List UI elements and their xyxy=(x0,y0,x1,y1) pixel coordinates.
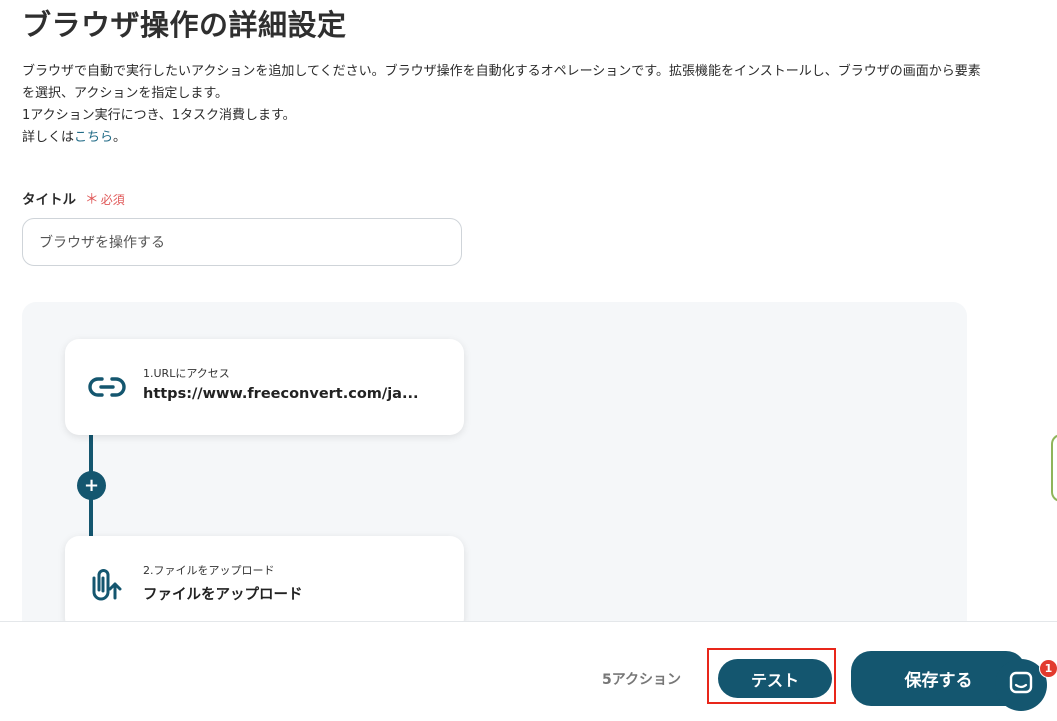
required-star: ＊ xyxy=(84,192,99,208)
title-input[interactable] xyxy=(22,218,462,266)
description: ブラウザで自動で実行したいアクションを追加してください。ブラウザ操作を自動化する… xyxy=(22,61,982,149)
details-link[interactable]: こちら xyxy=(74,130,113,145)
description-line-3: 詳しくはこちら。 xyxy=(22,127,982,149)
chat-notification-badge: 1 xyxy=(1039,659,1057,678)
description-line-2: 1アクション実行につき、1タスク消費します。 xyxy=(22,108,296,123)
step-1-value: https://www.freeconvert.com/ja... xyxy=(143,386,419,402)
step-2-value: ファイルをアップロード xyxy=(143,587,303,603)
step-2-type: 2.ファイルをアップロード xyxy=(143,564,275,577)
title-label-text: タイトル xyxy=(22,192,76,208)
description-suffix: 。 xyxy=(113,130,127,145)
chat-icon xyxy=(1008,670,1034,700)
flow-step-1[interactable]: 1.URLにアクセス https://www.freeconvert.com/j… xyxy=(65,339,464,435)
action-count: 5アクション xyxy=(602,672,682,688)
flow-step-2[interactable]: 2.ファイルをアップロード ファイルをアップロード xyxy=(65,536,464,632)
link-icon xyxy=(87,369,127,405)
test-button[interactable]: テスト xyxy=(718,659,832,698)
side-panel-handle[interactable] xyxy=(1051,434,1057,502)
title-field-label: タイトル ＊必須 xyxy=(22,188,125,209)
paperclip-upload-icon xyxy=(87,566,127,602)
add-step-button[interactable]: + xyxy=(77,471,106,500)
page-title: ブラウザ操作の詳細設定 xyxy=(22,8,347,42)
required-indicator: ＊必須 xyxy=(84,192,125,208)
step-1-type: 1.URLにアクセス xyxy=(143,367,230,380)
description-line-1: ブラウザで自動で実行したいアクションを追加してください。ブラウザ操作を自動化する… xyxy=(22,64,981,101)
description-prefix: 詳しくは xyxy=(22,130,75,145)
required-text: 必須 xyxy=(100,193,125,207)
